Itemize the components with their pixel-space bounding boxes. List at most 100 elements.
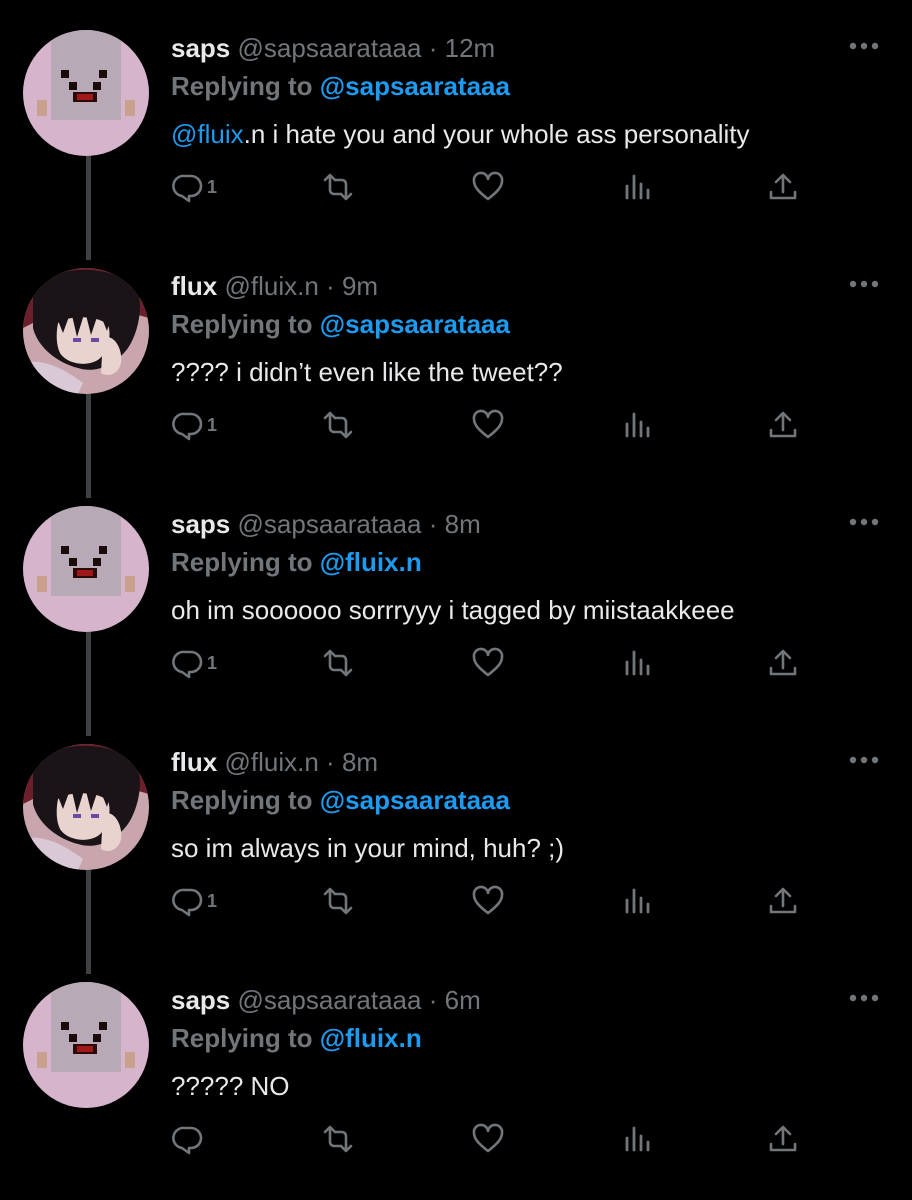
views-icon [625, 174, 650, 200]
views-icon [625, 412, 650, 438]
action-bar: 1 [171, 167, 831, 207]
tweet-header: flux @fluix.n · 8m [171, 745, 378, 779]
tweet[interactable]: saps @sapsaarataaa · 8m Replying to @flu… [0, 483, 912, 721]
avatar[interactable] [23, 744, 149, 870]
tweet-text: @fluix.n i hate you and your whole ass p… [171, 117, 750, 151]
reply-icon [172, 1126, 203, 1155]
like-button[interactable] [471, 881, 505, 921]
replying-label: Replying to [171, 785, 313, 815]
avatar[interactable] [23, 268, 149, 394]
views-button[interactable] [621, 167, 655, 207]
more-icon[interactable] [848, 277, 880, 291]
retweet-button[interactable] [321, 881, 355, 921]
tweet-header: saps @sapsaarataaa · 8m [171, 507, 481, 541]
tweet[interactable]: flux @fluix.n · 9m Replying to @sapsaara… [0, 245, 912, 483]
timestamp[interactable]: 8m [445, 509, 481, 539]
tweet[interactable]: flux @fluix.n · 8m Replying to @sapsaara… [0, 721, 912, 959]
action-bar [171, 1119, 831, 1159]
display-name[interactable]: flux [171, 747, 217, 777]
share-icon [769, 411, 797, 438]
share-button[interactable] [766, 1119, 800, 1159]
display-name[interactable]: saps [171, 509, 230, 539]
avatar[interactable] [23, 982, 149, 1108]
retweet-button[interactable] [321, 1119, 355, 1159]
reply-button[interactable]: 1 [171, 167, 217, 207]
views-icon [625, 650, 650, 676]
like-icon [472, 1123, 504, 1153]
user-handle[interactable]: @sapsaarataaa [238, 509, 422, 539]
timestamp[interactable]: 8m [342, 747, 378, 777]
like-button[interactable] [471, 167, 505, 207]
reply-button[interactable]: 1 [171, 405, 217, 445]
display-name[interactable]: flux [171, 271, 217, 301]
timestamp[interactable]: 6m [445, 985, 481, 1015]
like-button[interactable] [471, 1119, 505, 1159]
user-handle[interactable]: @fluix.n [224, 271, 318, 301]
retweet-button[interactable] [321, 643, 355, 683]
views-button[interactable] [621, 405, 655, 445]
timestamp[interactable]: 9m [342, 271, 378, 301]
more-icon[interactable] [848, 39, 880, 53]
action-bar: 1 [171, 881, 831, 921]
separator: · [428, 509, 438, 539]
more-icon[interactable] [848, 753, 880, 767]
replying-mention[interactable]: @sapsaarataaa [320, 71, 510, 101]
separator: · [326, 747, 335, 777]
retweet-button[interactable] [321, 167, 355, 207]
like-button[interactable] [471, 405, 505, 445]
retweet-button[interactable] [321, 405, 355, 445]
action-bar: 1 [171, 643, 831, 683]
replying-mention[interactable]: @sapsaarataaa [320, 309, 510, 339]
more-icon[interactable] [848, 515, 880, 529]
tweet[interactable]: saps @sapsaarataaa · 6m Replying to @flu… [0, 959, 912, 1197]
share-icon [769, 173, 797, 200]
share-button[interactable] [766, 405, 800, 445]
reply-button[interactable]: 1 [171, 881, 217, 921]
timestamp[interactable]: 12m [445, 33, 496, 63]
retweet-icon [323, 173, 353, 201]
display-name[interactable]: saps [171, 985, 230, 1015]
views-button[interactable] [621, 643, 655, 683]
tweet-header: flux @fluix.n · 9m [171, 269, 378, 303]
reply-button[interactable]: 1 [171, 643, 217, 683]
avatar[interactable] [23, 30, 149, 156]
avatar[interactable] [23, 506, 149, 632]
share-button[interactable] [766, 167, 800, 207]
display-name[interactable]: saps [171, 33, 230, 63]
views-icon [625, 1126, 650, 1152]
reply-icon [172, 174, 203, 203]
share-icon [769, 887, 797, 914]
replying-label: Replying to [171, 547, 313, 577]
like-icon [472, 409, 504, 439]
more-icon[interactable] [848, 991, 880, 1005]
tweet-header: saps @sapsaarataaa · 12m [171, 31, 495, 65]
tweet[interactable]: saps @sapsaarataaa · 12m Replying to @sa… [0, 7, 912, 245]
views-button[interactable] [621, 881, 655, 921]
replying-mention[interactable]: @fluix.n [320, 1023, 422, 1053]
like-button[interactable] [471, 643, 505, 683]
retweet-icon [323, 1125, 353, 1153]
body-mention[interactable]: @fluix [171, 119, 244, 149]
replying-mention[interactable]: @sapsaarataaa [320, 785, 510, 815]
retweet-icon [323, 411, 353, 439]
like-icon [472, 171, 504, 201]
views-icon [625, 888, 650, 914]
tweet-text: ???? i didn’t even like the tweet?? [171, 355, 563, 389]
share-icon [769, 649, 797, 676]
body-text: ???? i didn’t even like the tweet?? [171, 357, 563, 387]
views-button[interactable] [621, 1119, 655, 1159]
reply-count: 1 [207, 414, 218, 435]
share-button[interactable] [766, 643, 800, 683]
share-button[interactable] [766, 881, 800, 921]
reply-button[interactable] [171, 1119, 207, 1159]
user-handle[interactable]: @sapsaarataaa [238, 985, 422, 1015]
share-icon [769, 1125, 797, 1152]
retweet-icon [323, 887, 353, 915]
user-handle[interactable]: @sapsaarataaa [238, 33, 422, 63]
replying-to: Replying to @sapsaarataaa [171, 783, 510, 817]
body-text: oh im soooooo sorrryyy i tagged by miist… [171, 595, 735, 625]
tweet-text: oh im soooooo sorrryyy i tagged by miist… [171, 593, 735, 627]
replying-to: Replying to @sapsaarataaa [171, 69, 510, 103]
user-handle[interactable]: @fluix.n [224, 747, 318, 777]
replying-mention[interactable]: @fluix.n [320, 547, 422, 577]
